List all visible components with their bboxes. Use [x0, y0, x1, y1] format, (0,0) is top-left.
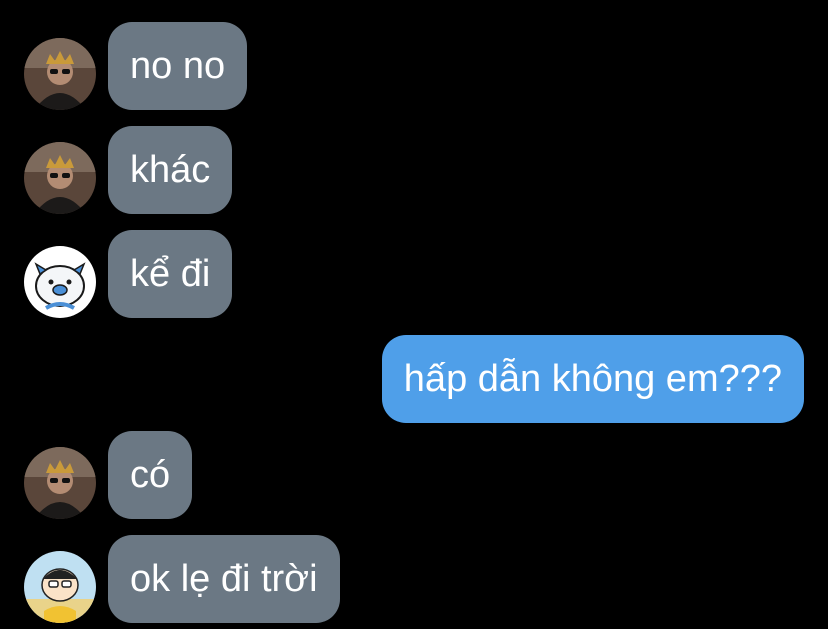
cartoon-pig-avatar-icon[interactable]: [24, 246, 96, 318]
cartoon-shinchan-avatar-icon[interactable]: [24, 551, 96, 623]
message-text: kể đi: [130, 253, 211, 295]
message-row: no no: [0, 22, 828, 110]
message-text: no no: [130, 45, 226, 87]
message-row: hấp dẫn không em???: [0, 335, 828, 423]
incoming-message-bubble[interactable]: no no: [108, 22, 248, 110]
incoming-message-bubble[interactable]: có: [108, 431, 193, 519]
message-row: ok lẹ đi trời: [0, 535, 828, 623]
incoming-message-bubble[interactable]: kể đi: [108, 230, 233, 318]
message-row: có: [0, 431, 828, 519]
photo-avatar-icon[interactable]: [24, 447, 96, 519]
message-row: kể đi: [0, 230, 828, 318]
message-text: khác: [130, 149, 211, 191]
photo-avatar-icon[interactable]: [24, 142, 96, 214]
message-text: hấp dẫn không em???: [403, 358, 782, 400]
message-text: ok lẹ đi trời: [130, 558, 318, 600]
incoming-message-bubble[interactable]: khác: [108, 126, 233, 214]
photo-avatar-icon[interactable]: [24, 38, 96, 110]
message-text: có: [130, 454, 171, 496]
outgoing-message-bubble[interactable]: hấp dẫn không em???: [381, 335, 804, 423]
chat-thread: no no khác kể đi hấp dẫn không em??? có …: [0, 0, 828, 629]
message-row: khác: [0, 126, 828, 214]
incoming-message-bubble[interactable]: ok lẹ đi trời: [108, 535, 340, 623]
